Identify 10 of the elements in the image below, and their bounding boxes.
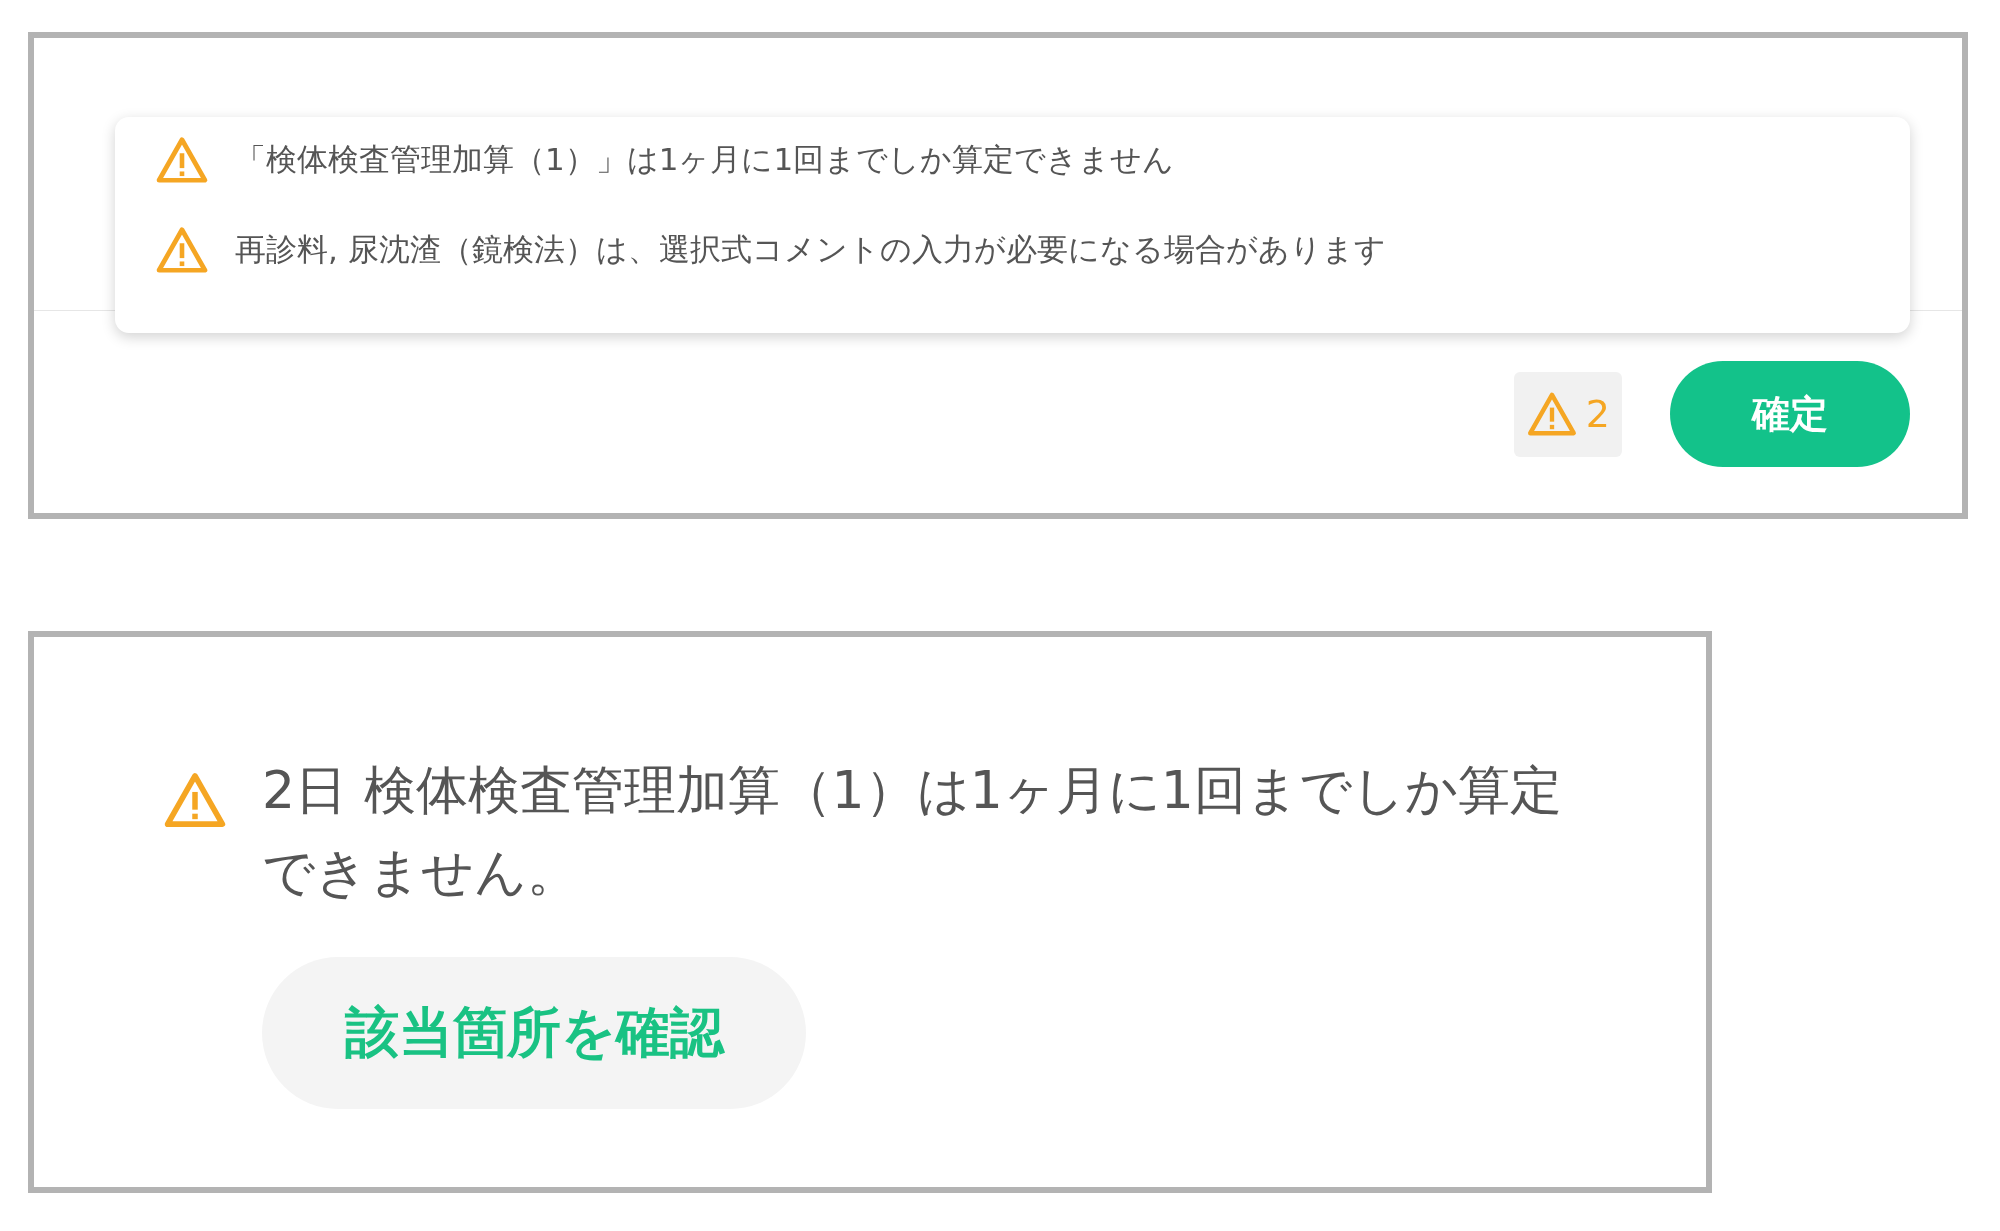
warning-message: 再診料, 尿沈渣（鏡検法）は、選択式コメントの入力が必要になる場合があります: [235, 230, 1386, 269]
warning-icon: [1525, 391, 1578, 437]
warning-icon: [162, 771, 228, 829]
confirm-button[interactable]: 確定: [1670, 361, 1910, 467]
warning-message: 2日 検体検査管理加算（1）は1ヶ月に1回までしか算定できません。: [262, 759, 1562, 904]
warning-message: 「検体検査管理加算（1）」は1ヶ月に1回までしか算定できません: [235, 140, 1175, 179]
warning-icon: [155, 225, 209, 275]
check-location-button[interactable]: 該当箇所を確認: [262, 957, 806, 1109]
warning-icon: [155, 135, 209, 185]
warning-count-button[interactable]: 2: [1513, 371, 1622, 457]
